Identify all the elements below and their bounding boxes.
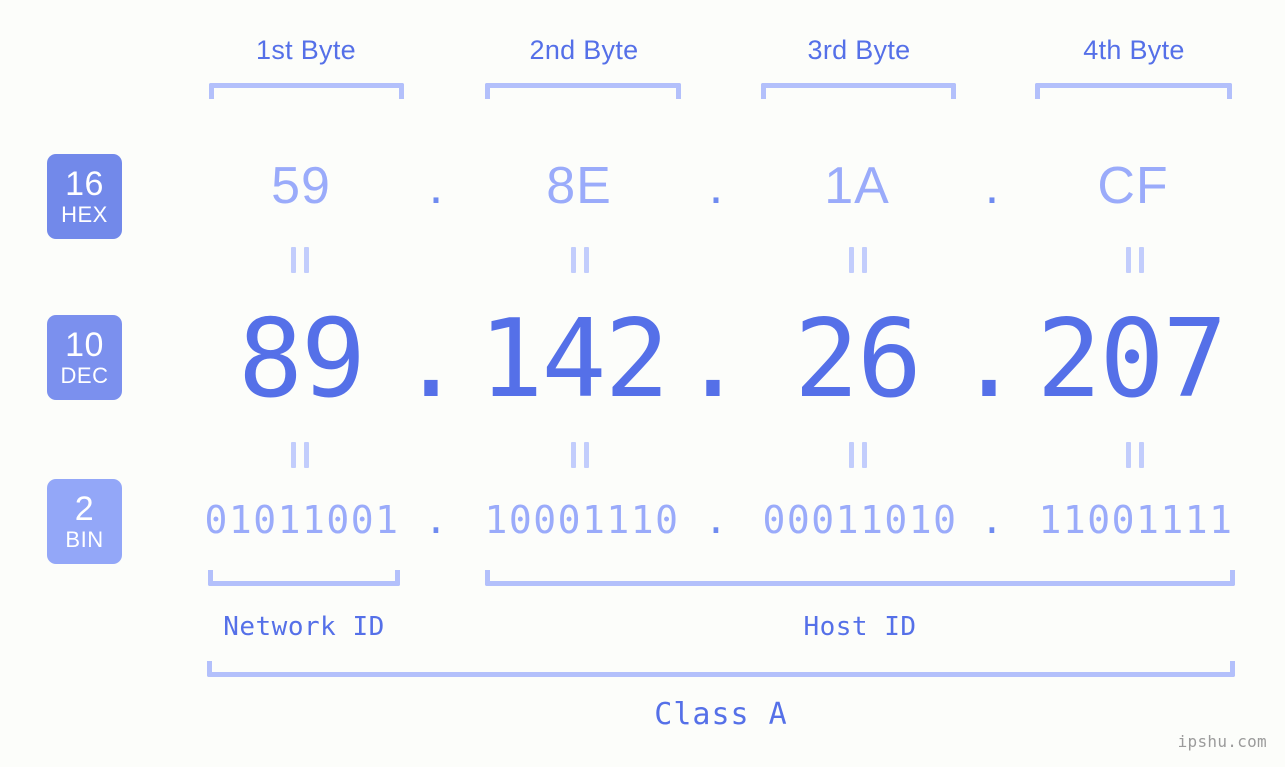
dec-separator-2: . bbox=[680, 297, 746, 422]
bin-separator-3: . bbox=[980, 498, 1004, 542]
byte-header-4: 4th Byte bbox=[1083, 35, 1185, 65]
hex-octet-1: 59 bbox=[271, 157, 331, 215]
hex-octet-2: 8E bbox=[546, 157, 612, 215]
equality-mark-dec-bin-4 bbox=[1126, 442, 1144, 468]
byte-bracket-2 bbox=[485, 83, 681, 99]
byte-header-2: 2nd Byte bbox=[529, 35, 639, 65]
bin-separator-2: . bbox=[704, 498, 728, 542]
site-watermark: ipshu.com bbox=[1177, 732, 1267, 751]
equality-mark-hex-dec-2 bbox=[571, 247, 589, 273]
base-badge-bin-label: BIN bbox=[65, 527, 104, 552]
base-badge-dec: 10 DEC bbox=[47, 315, 122, 400]
bin-octet-4: 11001111 bbox=[1038, 498, 1234, 542]
bin-octet-2: 10001110 bbox=[484, 498, 680, 542]
class-bracket bbox=[207, 661, 1235, 677]
byte-bracket-4 bbox=[1035, 83, 1232, 99]
equality-mark-dec-bin-3 bbox=[849, 442, 867, 468]
base-badge-dec-label: DEC bbox=[60, 363, 109, 388]
base-badge-hex: 16 HEX bbox=[47, 154, 122, 239]
equality-mark-dec-bin-1 bbox=[291, 442, 309, 468]
hex-separator-1: . bbox=[428, 157, 444, 215]
host-id-bracket bbox=[485, 570, 1235, 586]
byte-bracket-1 bbox=[209, 83, 404, 99]
hex-separator-3: . bbox=[984, 157, 1000, 215]
equality-mark-hex-dec-4 bbox=[1126, 247, 1144, 273]
equality-mark-hex-dec-1 bbox=[291, 247, 309, 273]
base-badge-dec-number: 10 bbox=[65, 326, 104, 364]
equality-mark-dec-bin-2 bbox=[571, 442, 589, 468]
hex-octet-4: CF bbox=[1097, 157, 1169, 215]
base-badge-bin-number: 2 bbox=[74, 490, 95, 528]
equality-mark-hex-dec-3 bbox=[849, 247, 867, 273]
bin-separator-1: . bbox=[424, 498, 448, 542]
bin-octet-3: 00011010 bbox=[762, 498, 958, 542]
dec-octet-4: 207 bbox=[1036, 297, 1227, 422]
dec-octet-2: 142 bbox=[478, 297, 669, 422]
dec-separator-3: . bbox=[956, 297, 1022, 422]
class-label: Class A bbox=[654, 697, 788, 732]
base-badge-bin: 2 BIN bbox=[47, 479, 122, 564]
ip-address-breakdown-diagram: 1st Byte 2nd Byte 3rd Byte 4th Byte 16 H… bbox=[0, 0, 1285, 767]
host-id-label: Host ID bbox=[803, 612, 917, 642]
network-id-bracket bbox=[208, 570, 400, 586]
base-badge-hex-label: HEX bbox=[61, 202, 108, 227]
base-badge-hex-number: 16 bbox=[65, 165, 104, 203]
hex-octet-3: 1A bbox=[824, 157, 890, 215]
dec-octet-1: 89 bbox=[237, 297, 366, 422]
network-id-label: Network ID bbox=[223, 612, 385, 642]
dec-separator-1: . bbox=[398, 297, 464, 422]
hex-separator-2: . bbox=[708, 157, 724, 215]
byte-bracket-3 bbox=[761, 83, 956, 99]
dec-octet-3: 26 bbox=[793, 297, 922, 422]
byte-header-1: 1st Byte bbox=[256, 35, 356, 65]
byte-header-3: 3rd Byte bbox=[807, 35, 911, 65]
bin-octet-1: 01011001 bbox=[204, 498, 400, 542]
